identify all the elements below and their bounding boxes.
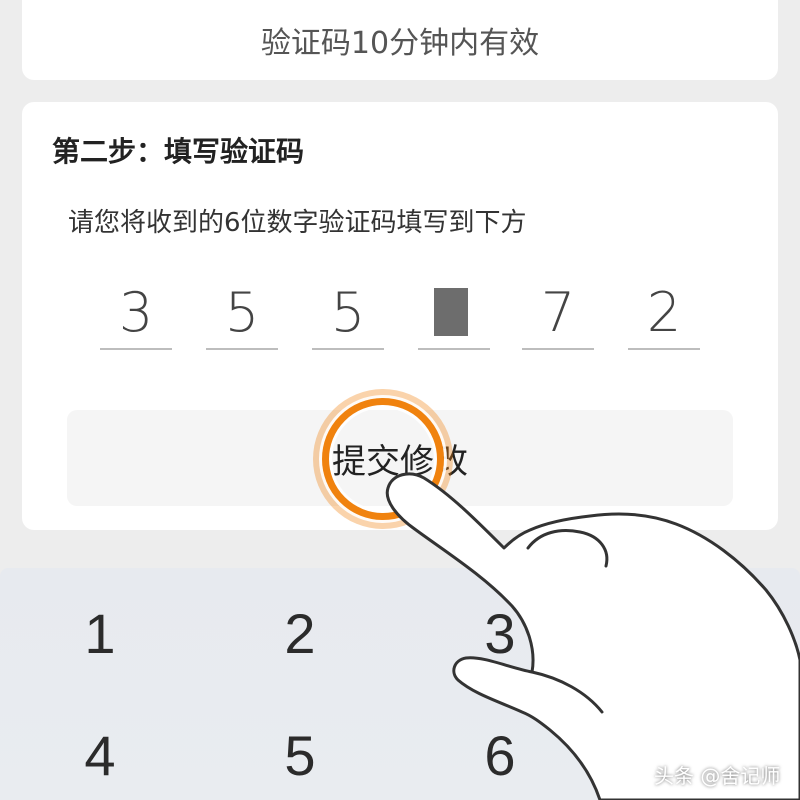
verification-card: 第二步：填写验证码 请您将收到的6位数字验证码填写到下方 3 5 5 7 2 提… (22, 102, 778, 530)
key-1[interactable]: 1 (40, 588, 160, 678)
key-3[interactable]: 3 (440, 588, 560, 678)
instruction-text: 请您将收到的6位数字验证码填写到下方 (68, 208, 527, 238)
code-digit-6[interactable]: 2 (628, 278, 700, 350)
validity-notice-card: 验证码10分钟内有效 (22, 0, 778, 80)
code-digit-1[interactable]: 3 (100, 278, 172, 350)
key-6[interactable]: 6 (440, 710, 560, 800)
code-digit-5[interactable]: 7 (522, 278, 594, 350)
key-4[interactable]: 4 (40, 710, 160, 800)
code-digit-3[interactable]: 5 (312, 278, 384, 350)
key-5[interactable]: 5 (240, 710, 360, 800)
validity-text: 验证码10分钟内有效 (260, 26, 540, 61)
watermark: 头条 @舍记师 (654, 764, 781, 788)
key-2[interactable]: 2 (240, 588, 360, 678)
step-title: 第二步：填写验证码 (52, 135, 305, 168)
code-digit-4-masked[interactable] (418, 278, 490, 350)
code-digit-2[interactable]: 5 (206, 278, 278, 350)
submit-button[interactable]: 提交修改 (67, 410, 733, 506)
